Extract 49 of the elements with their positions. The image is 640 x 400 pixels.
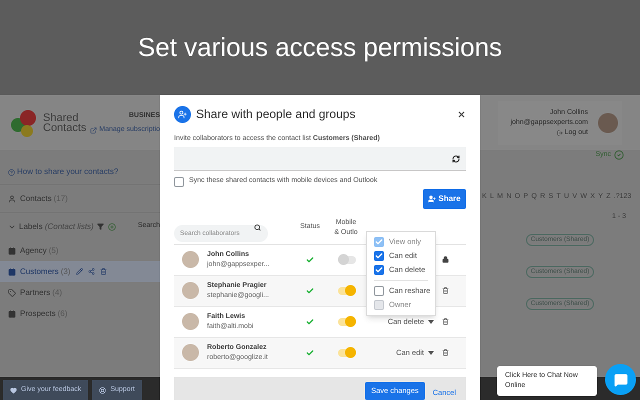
share-button[interactable]: Share	[423, 189, 466, 210]
avatar	[598, 112, 618, 132]
dialog-title: Share with people and groups	[196, 106, 356, 124]
caret-icon	[428, 350, 434, 355]
share-icon[interactable]	[88, 268, 96, 275]
sync-toggle[interactable]	[338, 286, 356, 295]
sync-icon[interactable]	[614, 150, 624, 160]
contact-card-icon	[8, 310, 16, 318]
banner-title: Set various access permissions	[138, 31, 502, 64]
sync-toggle[interactable]	[338, 318, 356, 326]
tag-icon	[8, 288, 16, 296]
avatar	[182, 251, 199, 268]
sync-toggle[interactable]	[338, 348, 356, 357]
add-icon[interactable]	[108, 222, 116, 230]
caret-icon	[428, 320, 434, 324]
checkbox[interactable]	[374, 286, 384, 296]
external-link-icon	[90, 126, 98, 134]
lifebuoy-icon	[99, 386, 106, 394]
search-icon	[254, 224, 261, 231]
avatar	[182, 282, 199, 300]
lock-icon	[442, 256, 448, 264]
avatar	[182, 313, 199, 330]
checkbox[interactable]	[374, 251, 384, 261]
checkbox[interactable]	[374, 265, 384, 275]
avatar	[182, 344, 199, 362]
person-add-icon	[428, 195, 436, 204]
contact-card-icon	[8, 246, 16, 254]
checkbox[interactable]	[174, 176, 184, 187]
label-item[interactable]: Customers (3)	[0, 261, 160, 282]
close-icon[interactable]	[457, 110, 466, 119]
pencil-icon[interactable]	[76, 268, 84, 275]
filter-icon[interactable]	[96, 223, 104, 230]
trash-icon[interactable]	[442, 349, 448, 356]
sync-toggle[interactable]	[338, 256, 356, 264]
contact-card-icon	[8, 268, 16, 276]
invite-field[interactable]	[174, 147, 466, 171]
person-icon	[8, 194, 16, 202]
logout-icon	[556, 130, 563, 136]
trash-icon[interactable]	[442, 287, 448, 294]
heart-icon	[10, 386, 17, 394]
logo-text: Contacts	[43, 122, 86, 132]
chat-icon	[614, 372, 628, 386]
trash-icon[interactable]	[442, 318, 448, 326]
help-link[interactable]: How to share your contacts?	[0, 160, 160, 184]
labels-heading: Labels (Contact lists)	[19, 220, 94, 232]
logo-text: Shared	[43, 112, 78, 122]
refresh-icon[interactable]	[452, 154, 460, 163]
help-icon	[8, 168, 15, 176]
share-badge-icon	[174, 106, 191, 123]
